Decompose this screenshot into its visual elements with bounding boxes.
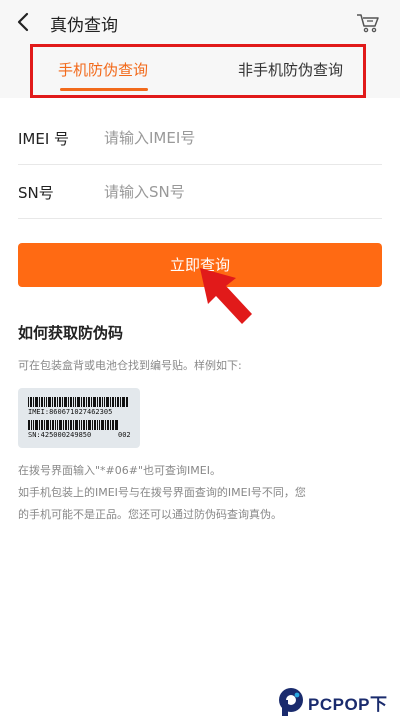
help-note-line: 在拨号界面输入"*#06#"也可查询IMEI。 <box>18 464 221 477</box>
active-tab-indicator <box>60 88 148 91</box>
help-notes: 在拨号界面输入"*#06#"也可查询IMEI。 如手机包装上的IMEI号与在拨号… <box>18 460 306 526</box>
barcode-icon <box>28 397 128 407</box>
pcpop-logo-icon <box>279 688 303 716</box>
cart-icon[interactable] <box>356 12 380 34</box>
sn-row: SN号 <box>18 165 382 219</box>
page-title: 真伪查询 <box>50 16 118 36</box>
pcpop-watermark: PCPOP下载 <box>276 684 400 720</box>
watermark-text: PCPOP下载 <box>308 695 388 714</box>
imei-input[interactable] <box>104 123 374 153</box>
sample-label-image: IMEI:860671027462305 SN:425000249850 002 <box>18 388 140 448</box>
sample-code-text: 002 <box>118 431 131 439</box>
help-note-line: 的手机可能不是正品。您还可以通过防伪码查询真伪。 <box>18 508 282 521</box>
red-arrow-icon <box>200 268 252 324</box>
top-bar: 真伪查询 <box>0 0 400 46</box>
sample-imei-text: IMEI:860671027462305 <box>28 408 113 416</box>
tab-non-phone-verification[interactable]: 非手机防伪查询 <box>238 59 343 80</box>
help-title: 如何获取防伪码 <box>18 324 124 342</box>
sample-sn-text: SN:425000249850 <box>28 431 92 439</box>
tab-phone-verification[interactable]: 手机防伪查询 <box>58 59 148 80</box>
back-chevron-icon[interactable] <box>14 11 34 33</box>
sn-label: SN号 <box>18 184 54 202</box>
help-note-line: 如手机包装上的IMEI号与在拨号界面查询的IMEI号不同，您 <box>18 486 306 499</box>
imei-label: IMEI 号 <box>18 130 70 148</box>
imei-row: IMEI 号 <box>18 111 382 165</box>
tab-bar: 手机防伪查询 非手机防伪查询 <box>0 46 400 98</box>
help-description: 可在包装盒背或电池仓找到编号贴。样例如下: <box>18 359 242 372</box>
barcode-icon <box>28 420 118 430</box>
sn-input[interactable] <box>104 177 374 207</box>
